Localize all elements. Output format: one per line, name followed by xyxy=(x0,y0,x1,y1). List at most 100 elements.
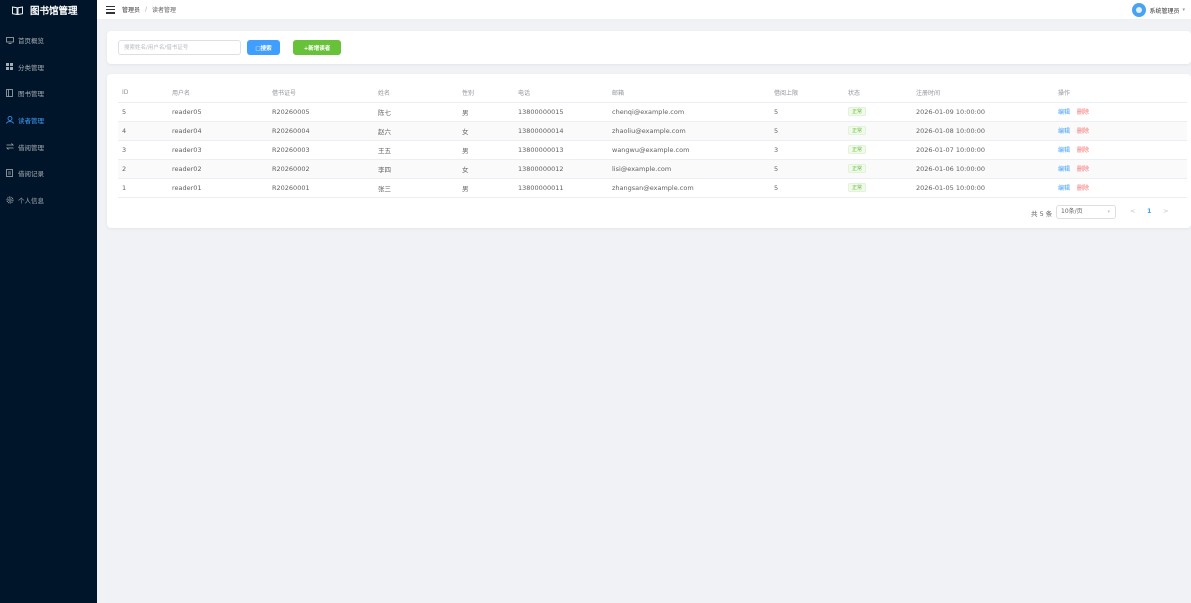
table-row: 2 reader02 R20260002 李四 女 13800000012 li… xyxy=(118,159,1187,179)
sidebar: 图书馆管理 首页概览 分类管理 图书管理 读者管理 借阅管理 借阅记录 个人信息 xyxy=(0,0,97,603)
sidebar-item-books[interactable]: 图书管理 xyxy=(0,80,97,107)
edit-link[interactable]: 编辑 xyxy=(1058,107,1070,116)
add-reader-button[interactable]: +新增读者 xyxy=(293,40,341,55)
cell-username: reader05 xyxy=(168,102,268,122)
sidebar-item-categories[interactable]: 分类管理 xyxy=(0,54,97,81)
status-badge: 正常 xyxy=(848,183,867,192)
grid-icon xyxy=(5,62,14,71)
cell-card-no: R20260002 xyxy=(268,159,374,179)
cell-status: 正常 xyxy=(844,159,912,179)
status-badge: 正常 xyxy=(848,164,867,173)
column-header: 借书证号 xyxy=(268,83,374,103)
next-page-button[interactable]: > xyxy=(1163,207,1168,215)
cell-limit: 5 xyxy=(770,159,844,179)
cell-phone: 13800000012 xyxy=(514,159,608,179)
cell-username: reader02 xyxy=(168,159,268,179)
sidebar-item-label: 分类管理 xyxy=(18,63,44,72)
cell-gender: 女 xyxy=(458,159,514,179)
app-title: 图书馆管理 xyxy=(30,6,78,17)
user-menu[interactable]: 系统管理员 ▾ xyxy=(1132,3,1185,17)
cell-username: reader01 xyxy=(168,178,268,198)
breadcrumb-separator: / xyxy=(145,6,148,13)
chevron-down-icon: ▾ xyxy=(1107,209,1110,215)
delete-link[interactable]: 删除 xyxy=(1077,164,1089,173)
document-icon xyxy=(5,169,14,178)
page-size-select[interactable]: 10条/页 ▾ xyxy=(1056,205,1116,219)
column-header: 借阅上限 xyxy=(770,83,844,103)
cell-id: 1 xyxy=(118,178,168,198)
delete-link[interactable]: 删除 xyxy=(1077,126,1089,135)
sidebar-item-profile[interactable]: 个人信息 xyxy=(0,187,97,214)
table-row: 3 reader03 R20260003 王五 男 13800000013 wa… xyxy=(118,140,1187,160)
table-row: 5 reader05 R20260005 陈七 男 13800000015 ch… xyxy=(118,102,1187,122)
menu-toggle-icon[interactable] xyxy=(106,5,115,14)
cell-registered: 2026-01-08 10:00:00 xyxy=(912,121,1054,141)
sidebar-item-records[interactable]: 借阅记录 xyxy=(0,160,97,187)
cell-card-no: R20260004 xyxy=(268,121,374,141)
page-number-1[interactable]: 1 xyxy=(1147,207,1152,215)
edit-link[interactable]: 编辑 xyxy=(1058,164,1070,173)
cell-actions: 编辑 删除 xyxy=(1054,102,1187,122)
cell-status: 正常 xyxy=(844,121,912,141)
cell-registered: 2026-01-06 10:00:00 xyxy=(912,159,1054,179)
prev-page-button[interactable]: < xyxy=(1130,207,1135,215)
cell-id: 2 xyxy=(118,159,168,179)
breadcrumb-item-admin[interactable]: 管理员 xyxy=(122,5,140,14)
sidebar-item-label: 借阅记录 xyxy=(18,170,44,179)
swap-icon xyxy=(5,142,14,151)
column-header: 用户名 xyxy=(168,83,268,103)
search-button[interactable]: □搜索 xyxy=(247,40,280,55)
cell-limit: 5 xyxy=(770,121,844,141)
pagination: 共 5 条 10条/页 ▾ < 1 > xyxy=(1031,205,1191,219)
cell-card-no: R20260003 xyxy=(268,140,374,160)
table-row: 4 reader04 R20260004 赵六 女 13800000014 zh… xyxy=(118,121,1187,141)
user-name: 系统管理员 xyxy=(1149,7,1180,15)
edit-link[interactable]: 编辑 xyxy=(1058,126,1070,135)
cell-gender: 男 xyxy=(458,178,514,198)
cell-id: 3 xyxy=(118,140,168,160)
cell-gender: 女 xyxy=(458,121,514,141)
edit-link[interactable]: 编辑 xyxy=(1058,183,1070,192)
cell-registered: 2026-01-09 10:00:00 xyxy=(912,102,1054,122)
sidebar-item-label: 借阅管理 xyxy=(18,143,44,152)
monitor-icon xyxy=(5,36,14,45)
sidebar-item-label: 图书管理 xyxy=(18,90,44,99)
book-icon xyxy=(5,89,14,98)
delete-link[interactable]: 删除 xyxy=(1077,145,1089,154)
status-badge: 正常 xyxy=(848,145,867,154)
cell-email: chenqi@example.com xyxy=(608,102,770,122)
pagination-total: 共 5 条 xyxy=(1031,210,1053,218)
cell-name: 赵六 xyxy=(374,121,458,141)
column-header: 姓名 xyxy=(374,83,458,103)
edit-link[interactable]: 编辑 xyxy=(1058,145,1070,154)
sidebar-item-borrowing[interactable]: 借阅管理 xyxy=(0,133,97,160)
cell-actions: 编辑 删除 xyxy=(1054,121,1187,141)
sidebar-menu: 首页概览 分类管理 图书管理 读者管理 借阅管理 借阅记录 个人信息 xyxy=(0,20,97,213)
delete-link[interactable]: 删除 xyxy=(1077,107,1089,116)
cell-phone: 13800000015 xyxy=(514,102,608,122)
cell-card-no: R20260001 xyxy=(268,178,374,198)
breadcrumb: 管理员 / 读者管理 xyxy=(122,5,176,14)
chevron-down-icon: ▾ xyxy=(1182,7,1185,13)
cell-actions: 编辑 删除 xyxy=(1054,178,1187,198)
table-row: 1 reader01 R20260001 张三 男 13800000011 zh… xyxy=(118,178,1187,198)
sidebar-item-readers[interactable]: 读者管理 xyxy=(0,107,97,134)
column-header: 状态 xyxy=(844,83,912,103)
sidebar-item-overview[interactable]: 首页概览 xyxy=(0,27,97,54)
page-size-value: 10条/页 xyxy=(1061,208,1083,215)
app-logo: 图书馆管理 xyxy=(0,0,97,20)
cell-email: zhangsan@example.com xyxy=(608,178,770,198)
top-header: 管理员 / 读者管理 系统管理员 ▾ xyxy=(97,0,1191,20)
cell-email: wangwu@example.com xyxy=(608,140,770,160)
delete-link[interactable]: 删除 xyxy=(1077,183,1089,192)
cell-name: 陈七 xyxy=(374,102,458,122)
cell-status: 正常 xyxy=(844,102,912,122)
cell-id: 4 xyxy=(118,121,168,141)
cell-name: 王五 xyxy=(374,140,458,160)
column-header: 性别 xyxy=(458,83,514,103)
search-panel: □搜索 +新增读者 xyxy=(107,31,1191,64)
user-icon xyxy=(5,116,14,125)
cell-card-no: R20260005 xyxy=(268,102,374,122)
cell-gender: 男 xyxy=(458,140,514,160)
search-input[interactable] xyxy=(118,40,241,55)
